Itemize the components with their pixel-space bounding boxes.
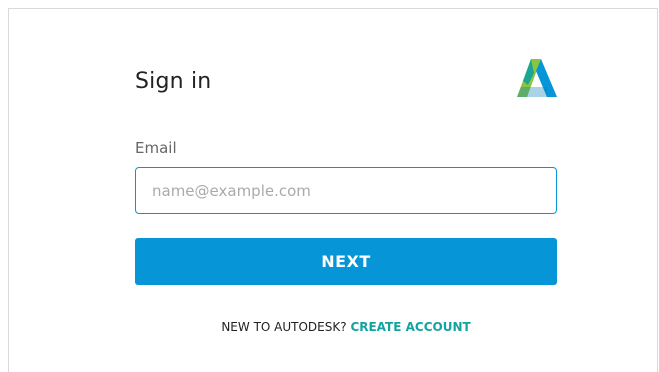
create-account-link[interactable]: CREATE ACCOUNT bbox=[350, 320, 470, 334]
signin-card: Sign in Email NEXT NEW TO AUTODESK? CREA… bbox=[8, 8, 658, 372]
autodesk-logo-icon bbox=[517, 59, 557, 97]
next-button[interactable]: NEXT bbox=[135, 238, 557, 285]
email-field[interactable] bbox=[135, 167, 557, 214]
new-to-autodesk-text: NEW TO AUTODESK? bbox=[221, 320, 347, 334]
create-account-row: NEW TO AUTODESK? CREATE ACCOUNT bbox=[135, 320, 557, 334]
email-label: Email bbox=[135, 139, 177, 157]
page-title: Sign in bbox=[135, 69, 212, 94]
